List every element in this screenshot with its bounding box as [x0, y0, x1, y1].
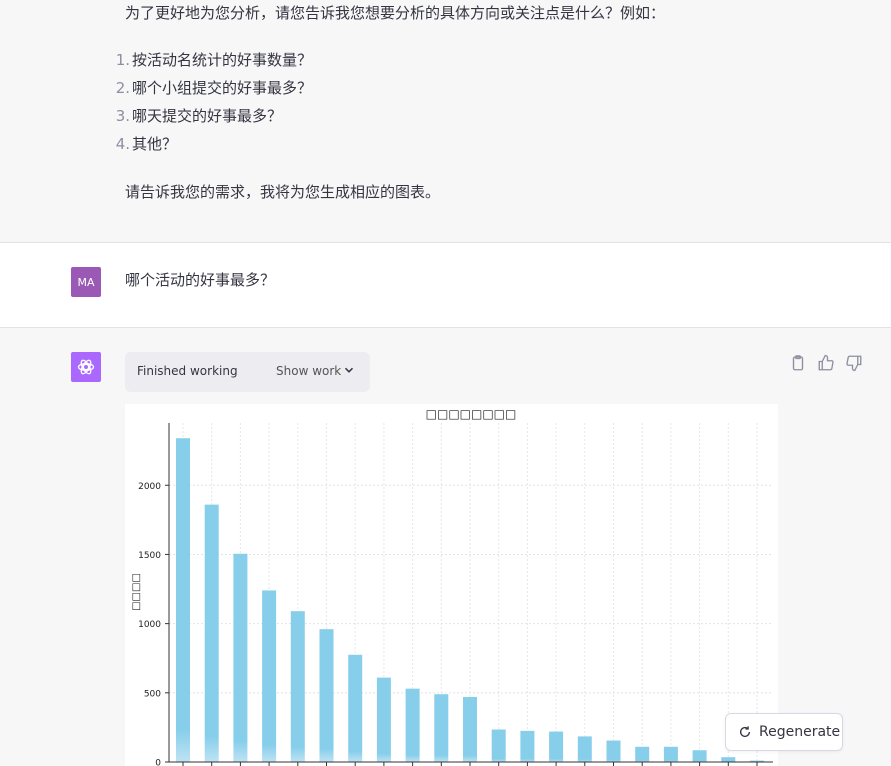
chart-bar — [290, 611, 305, 762]
list-number: 4. — [115, 135, 130, 153]
user-avatar: MA — [71, 267, 101, 297]
chart-title: □□□□□□□□ — [426, 407, 517, 421]
openai-logo-icon — [71, 352, 101, 382]
chart-bar — [663, 746, 678, 762]
option-list: 1. 按活动名统计的好事数量？ 2. 哪个小组提交的好事最多？ 3. 哪天提交的好事最… — [110, 50, 312, 162]
chart-bar — [176, 438, 190, 762]
refresh-icon — [739, 726, 751, 737]
assistant-outro-text: 请告诉我您的需求，我将为您生成相应的图表。 — [125, 183, 441, 201]
y-tick-label: 1500 — [138, 551, 161, 561]
list-item: 4. 其他？ — [110, 134, 312, 162]
chart-bar — [434, 694, 449, 762]
user-message: MA 哪个活动的好事最多？ — [0, 243, 891, 328]
list-text: 哪天提交的好事最多？ — [132, 107, 283, 125]
clipboard-icon[interactable] — [789, 354, 807, 372]
work-status-text: Finished working — [137, 364, 238, 378]
chart-bar — [549, 731, 564, 762]
chart-bar — [491, 729, 506, 762]
chevron-down-icon[interactable] — [342, 363, 356, 377]
y-tick-label: 2000 — [138, 482, 161, 492]
assistant-intro-text: 为了更好地为您分析，请您告诉我您想要分析的具体方向或关注点是什么？例如： — [125, 4, 666, 22]
chart-bar — [635, 746, 650, 762]
chart-bar — [692, 750, 707, 762]
thumbs-down-icon[interactable] — [845, 354, 863, 372]
chart-bar — [577, 736, 592, 762]
list-number: 2. — [115, 79, 130, 97]
message-actions — [789, 354, 863, 372]
chart-bar — [721, 757, 736, 762]
y-tick-label: 0 — [155, 759, 161, 766]
work-status-pill[interactable]: Finished working Show work — [125, 352, 370, 392]
y-tick-label: 1000 — [138, 620, 161, 630]
y-axis-label: □□□□ — [131, 573, 142, 611]
list-text: 哪个小组提交的好事最多？ — [132, 79, 313, 97]
chart-bar — [520, 730, 535, 762]
chart-bar — [233, 553, 248, 762]
list-number: 1. — [115, 51, 130, 69]
chart-bar — [606, 740, 621, 762]
list-item: 2. 哪个小组提交的好事最多？ — [110, 78, 312, 106]
chart-bar — [319, 629, 334, 762]
user-message-text: 哪个活动的好事最多？ — [125, 271, 276, 289]
list-text: 其他？ — [132, 135, 178, 153]
y-tick-label: 500 — [144, 689, 161, 699]
chart-bar — [348, 654, 363, 762]
thumbs-up-icon[interactable] — [817, 354, 835, 372]
bar-chart: 0 500 1000 1500 2000 □□□□□□□□ □□□□ — [125, 404, 778, 766]
chart-bar — [405, 688, 420, 762]
regenerate-button[interactable]: Regenerate — [725, 713, 843, 751]
chart-bar — [463, 696, 477, 762]
assistant-message: Finished working Show work 0 500 1000 1500 2… — [0, 328, 891, 766]
list-number: 3. — [115, 107, 130, 125]
list-text: 按活动名统计的好事数量？ — [132, 51, 313, 69]
chart-bar — [262, 590, 277, 762]
chart-bar — [204, 504, 219, 762]
list-item: 3. 哪天提交的好事最多？ — [110, 106, 312, 134]
chart-bar — [376, 677, 391, 762]
regenerate-label: Regenerate — [759, 724, 841, 740]
show-work-button[interactable]: Show work — [276, 364, 341, 378]
list-item: 1. 按活动名统计的好事数量？ — [110, 50, 312, 78]
assistant-message-previous: 为了更好地为您分析，请您告诉我您想要分析的具体方向或关注点是什么？例如： 1. 按… — [0, 0, 891, 243]
chart-svg: 0500100015002000□□□□□□□□□□□□ — [131, 407, 773, 766]
